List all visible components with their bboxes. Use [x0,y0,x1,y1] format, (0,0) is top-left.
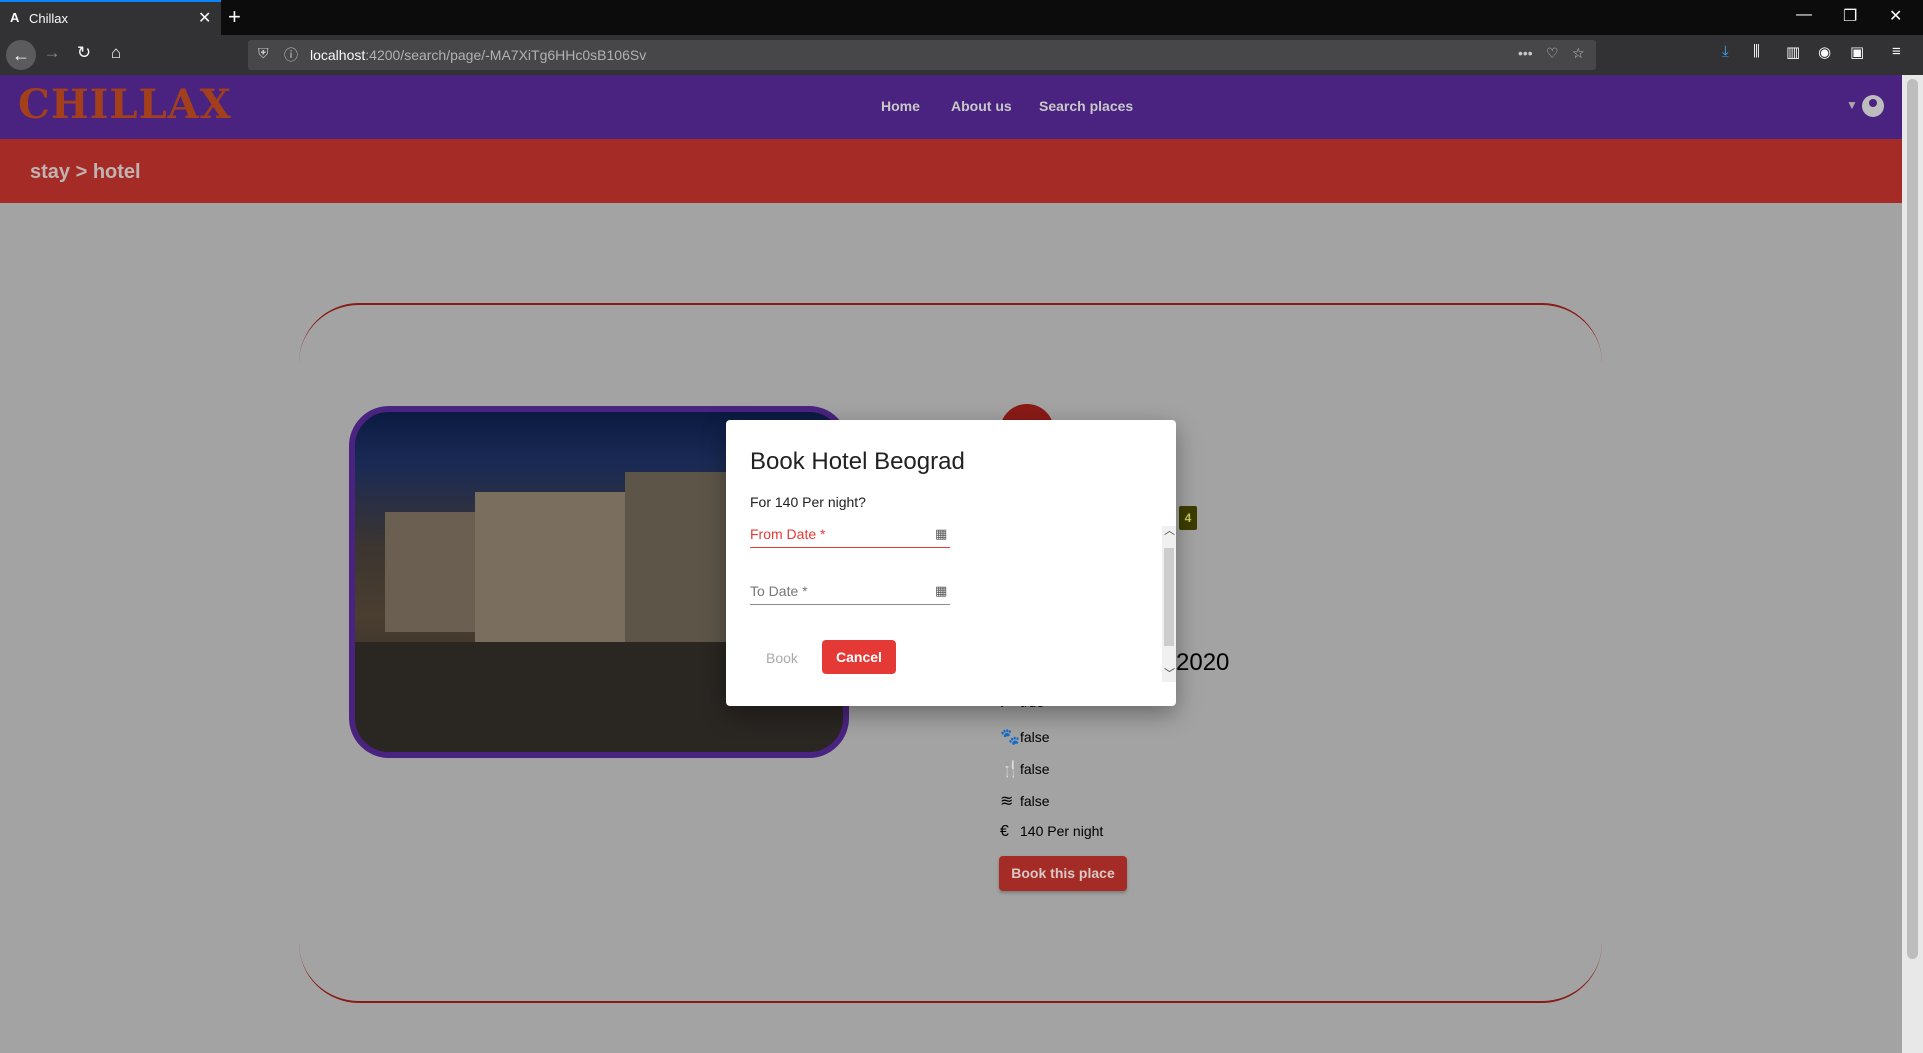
close-tab-icon[interactable]: ✕ [198,8,211,28]
from-date-field[interactable]: From Date * ▦ [750,524,950,548]
to-date-underline [750,604,950,605]
shield-icon[interactable]: ⛨ [258,45,269,62]
to-date-field[interactable]: To Date * ▦ [750,581,950,605]
nav-search-places[interactable]: Search places [1039,98,1133,114]
browser-tab[interactable]: A Chillax ✕ [0,0,221,35]
paw-icon: 🐾 [1000,729,1020,746]
breadcrumb: stay > hotel [30,161,141,183]
url-text: localhost:4200/search/page/-MA7XiTg6HHc0… [310,47,647,63]
dialog-scrollbar-thumb[interactable] [1164,548,1174,646]
scrollbar-thumb[interactable] [1907,79,1918,959]
user-account-icon[interactable] [1862,95,1884,117]
info-icon[interactable]: ⓘ [284,45,298,65]
menu-icon[interactable]: ≡ [1892,43,1901,60]
amenity-restaurant: 🍴false [1000,761,1050,778]
book-this-place-button[interactable]: Book this place [999,856,1127,891]
chevron-down-icon[interactable]: ▼ [1846,98,1858,112]
book-button[interactable]: Book [766,650,798,666]
reload-icon[interactable]: ↻ [72,43,96,63]
forward-icon[interactable]: → [40,43,64,63]
page-scrollbar[interactable] [1902,75,1923,1053]
stars-badge: 4 [1179,506,1197,530]
amenity-pets: 🐾false [1000,729,1050,746]
dialog-scrollbar[interactable]: ︿ ﹀ [1162,525,1176,682]
app-header: CHILLAX Home About us Search places ▼ [0,75,1902,139]
amenity-price: €140 Per night [1000,823,1104,840]
sidebar-icon[interactable]: ▥ [1786,43,1800,61]
dialog-subtitle: For 140 Per night? [750,494,866,510]
calendar-icon[interactable]: ▦ [935,583,947,599]
url-bar[interactable]: ⛨ ⓘ localhost:4200/search/page/-MA7XiTg6… [248,40,1596,70]
pool-icon: ≋ [1000,793,1014,810]
restore-icon[interactable]: ❐ [1843,6,1857,26]
to-date-label: To Date * [750,583,808,599]
nav-home[interactable]: Home [881,98,920,114]
amenity-pool: ≋ false [1000,793,1050,810]
dialog-title: Book Hotel Beograd [750,448,965,475]
scroll-down-icon[interactable]: ﹀ [1164,665,1175,681]
calendar-icon[interactable]: ▦ [935,526,947,542]
availability-date: 2020 [1176,649,1230,676]
extension-icon[interactable]: ▣ [1850,43,1864,61]
breadcrumb-bar: stay > hotel [0,139,1902,203]
back-icon[interactable]: ← [6,40,36,70]
booking-dialog: Book Hotel Beograd For 140 Per night? Fr… [726,420,1176,706]
tab-title: Chillax [29,11,69,26]
more-icon[interactable]: ••• [1518,45,1533,61]
favicon-icon: A [10,10,20,25]
from-date-underline [750,547,950,548]
library-icon[interactable]: ⫼ [1753,43,1760,60]
home-icon[interactable]: ⌂ [104,43,128,63]
browser-toolbar: ← → ↻ ⌂ ⛨ ⓘ localhost:4200/search/page/-… [0,35,1923,75]
bookmark-star-icon[interactable]: ☆ [1572,45,1585,62]
nav-about[interactable]: About us [951,98,1012,114]
utensils-icon: 🍴 [1000,761,1020,778]
scroll-up-icon[interactable]: ︿ [1164,522,1175,538]
new-tab-icon[interactable]: + [228,4,241,30]
cancel-button[interactable]: Cancel [822,640,896,674]
download-icon[interactable]: ⤓ [1722,43,1729,60]
close-window-icon[interactable]: ✕ [1889,6,1902,26]
browser-tab-bar: A Chillax ✕ + — ❐ ✕ [0,0,1923,35]
from-date-label: From Date * [750,526,826,542]
minimize-icon[interactable]: — [1796,6,1812,24]
logo[interactable]: CHILLAX [18,81,232,128]
pocket-icon[interactable]: ♡ [1546,45,1559,62]
account-toolbar-icon[interactable]: ◉ [1818,43,1831,61]
euro-icon: € [1000,823,1009,840]
